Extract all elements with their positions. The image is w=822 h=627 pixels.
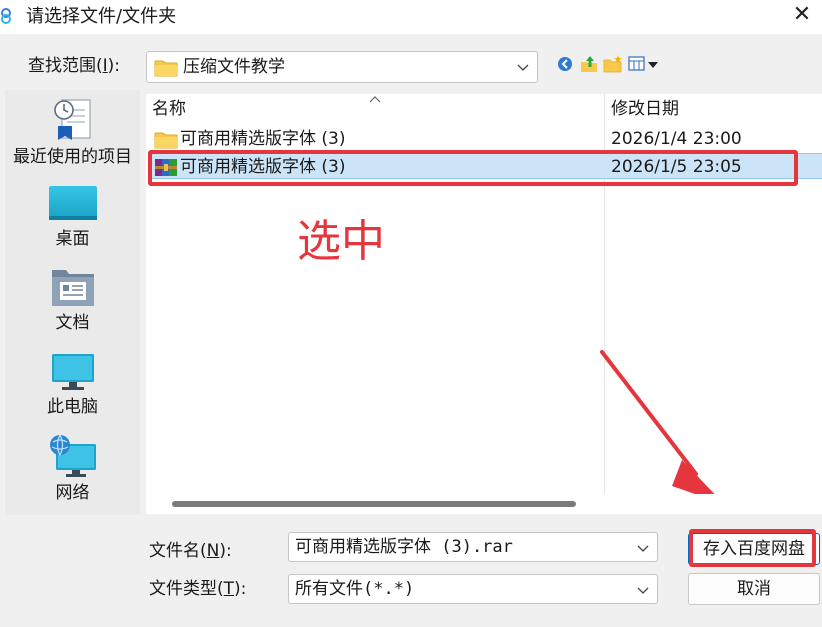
recent-items-icon bbox=[53, 99, 91, 140]
filename-value: 可商用精选版字体 (3).rar bbox=[295, 537, 513, 557]
place-desktop[interactable]: 桌面 bbox=[5, 184, 140, 250]
filename-label: 文件名(N): bbox=[149, 541, 232, 561]
computer-icon bbox=[51, 354, 94, 390]
baidu-netdisk-icon bbox=[1, 8, 11, 24]
chevron-down-icon[interactable] bbox=[637, 542, 649, 554]
file-row[interactable]: 可商用精选版字体 (3) 2026/1/4 23:00 bbox=[150, 126, 822, 152]
place-label: 网络 bbox=[55, 483, 90, 503]
filename-input[interactable]: 可商用精选版字体 (3).rar bbox=[288, 532, 658, 562]
close-icon[interactable]: ✕ bbox=[782, 0, 822, 34]
place-computer[interactable]: 此电脑 bbox=[5, 352, 140, 418]
filetype-value: 所有文件(*.*) bbox=[295, 579, 415, 599]
place-label: 此电脑 bbox=[47, 397, 98, 417]
annotation-label: 选中 bbox=[297, 216, 385, 267]
new-folder-icon[interactable] bbox=[602, 54, 624, 74]
highlight-box-save-button bbox=[689, 529, 816, 567]
lookin-value: 压缩文件教学 bbox=[183, 57, 285, 77]
place-documents[interactable]: 文档 bbox=[5, 266, 140, 334]
filetype-label: 文件类型(T): bbox=[149, 579, 247, 599]
lookin-label: 查找范围(I): bbox=[28, 56, 121, 76]
view-menu-icon[interactable] bbox=[628, 54, 660, 74]
cancel-button[interactable]: 取消 bbox=[688, 573, 820, 605]
desktop-icon bbox=[48, 186, 97, 220]
filetype-dropdown[interactable]: 所有文件(*.*) bbox=[288, 574, 658, 604]
places-bar: 最近使用的项目 桌面 文档 此电脑 网络 bbox=[5, 90, 140, 515]
folder-icon bbox=[154, 60, 178, 77]
up-folder-icon[interactable] bbox=[579, 54, 599, 74]
back-icon[interactable] bbox=[556, 54, 574, 74]
lookin-dropdown[interactable]: 压缩文件教学 bbox=[146, 51, 538, 83]
annotation-arrow-icon bbox=[600, 350, 724, 504]
chevron-down-icon[interactable] bbox=[637, 584, 649, 596]
file-modified: 2026/1/4 23:00 bbox=[611, 129, 742, 149]
network-icon bbox=[49, 434, 96, 477]
place-recent-items[interactable]: 最近使用的项目 bbox=[5, 96, 140, 168]
highlight-box-selected-file bbox=[148, 150, 798, 186]
chevron-down-icon bbox=[517, 64, 529, 71]
horizontal-scrollbar[interactable] bbox=[146, 494, 822, 514]
place-label: 文档 bbox=[55, 313, 90, 333]
title-bar: 请选择文件/文件夹 ✕ bbox=[0, 0, 822, 34]
documents-icon bbox=[51, 270, 94, 306]
place-network[interactable]: 网络 bbox=[5, 434, 140, 504]
scrollbar-thumb[interactable] bbox=[172, 501, 576, 507]
column-header-name[interactable]: 名称 bbox=[152, 98, 186, 120]
place-label: 桌面 bbox=[55, 229, 90, 249]
sort-ascending-icon bbox=[369, 96, 381, 103]
window-title: 请选择文件/文件夹 bbox=[26, 6, 177, 27]
place-label: 最近使用的项目 bbox=[13, 147, 132, 167]
column-header-modified[interactable]: 修改日期 bbox=[611, 98, 679, 120]
file-name: 可商用精选版字体 (3) bbox=[180, 129, 346, 149]
folder-icon bbox=[154, 132, 178, 149]
